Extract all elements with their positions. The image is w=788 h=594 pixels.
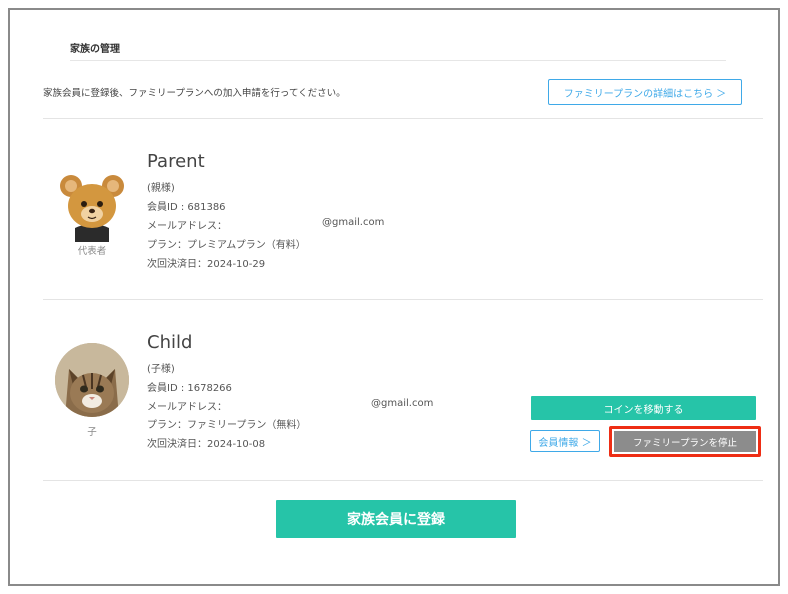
email-label: メールアドレス：	[147, 221, 227, 232]
member-role: (親様)	[147, 183, 175, 194]
member-plan: プラン：ファミリープラン（無料）	[147, 420, 307, 431]
next-billing-date: 次回決済日：2024-10-29	[147, 259, 266, 270]
divider	[43, 480, 763, 481]
family-plan-details-link[interactable]: ファミリープランの詳細はこちら ＞	[548, 79, 742, 105]
stop-family-plan-button[interactable]: ファミリープランを停止	[614, 431, 756, 452]
email-domain: @gmail.com	[371, 398, 434, 409]
member-plan: プラン：プレミアムプラン（有料）	[147, 240, 306, 251]
member-name: Child	[147, 332, 193, 353]
move-coins-button[interactable]: コインを移動する	[531, 396, 756, 420]
member-name: Parent	[147, 151, 205, 172]
avatar-caption: 代表者	[77, 246, 107, 257]
member-role: (子様)	[147, 364, 175, 375]
member-id: 会員ID : 681386	[147, 202, 226, 213]
title-divider	[70, 60, 726, 61]
avatar-caption: 子	[87, 427, 97, 438]
intro-text: 家族会員に登録後、ファミリープランへの加入申請を行ってください。	[43, 88, 346, 99]
cat-photo-avatar	[55, 343, 129, 417]
email-domain: @gmail.com	[322, 217, 385, 228]
register-family-member-button[interactable]: 家族会員に登録	[276, 500, 516, 538]
family-management-panel: 家族の管理 家族会員に登録後、ファミリープランへの加入申請を行ってください。 フ…	[8, 8, 780, 586]
next-billing-date: 次回決済日：2024-10-08	[147, 439, 266, 450]
member-info-button[interactable]: 会員情報 ＞	[530, 430, 600, 452]
bear-avatar-icon	[55, 170, 129, 244]
section-title: 家族の管理	[70, 44, 120, 55]
member-id: 会員ID : 1678266	[147, 383, 232, 394]
divider	[43, 118, 763, 119]
email-label: メールアドレス：	[147, 402, 227, 413]
divider	[43, 299, 763, 300]
